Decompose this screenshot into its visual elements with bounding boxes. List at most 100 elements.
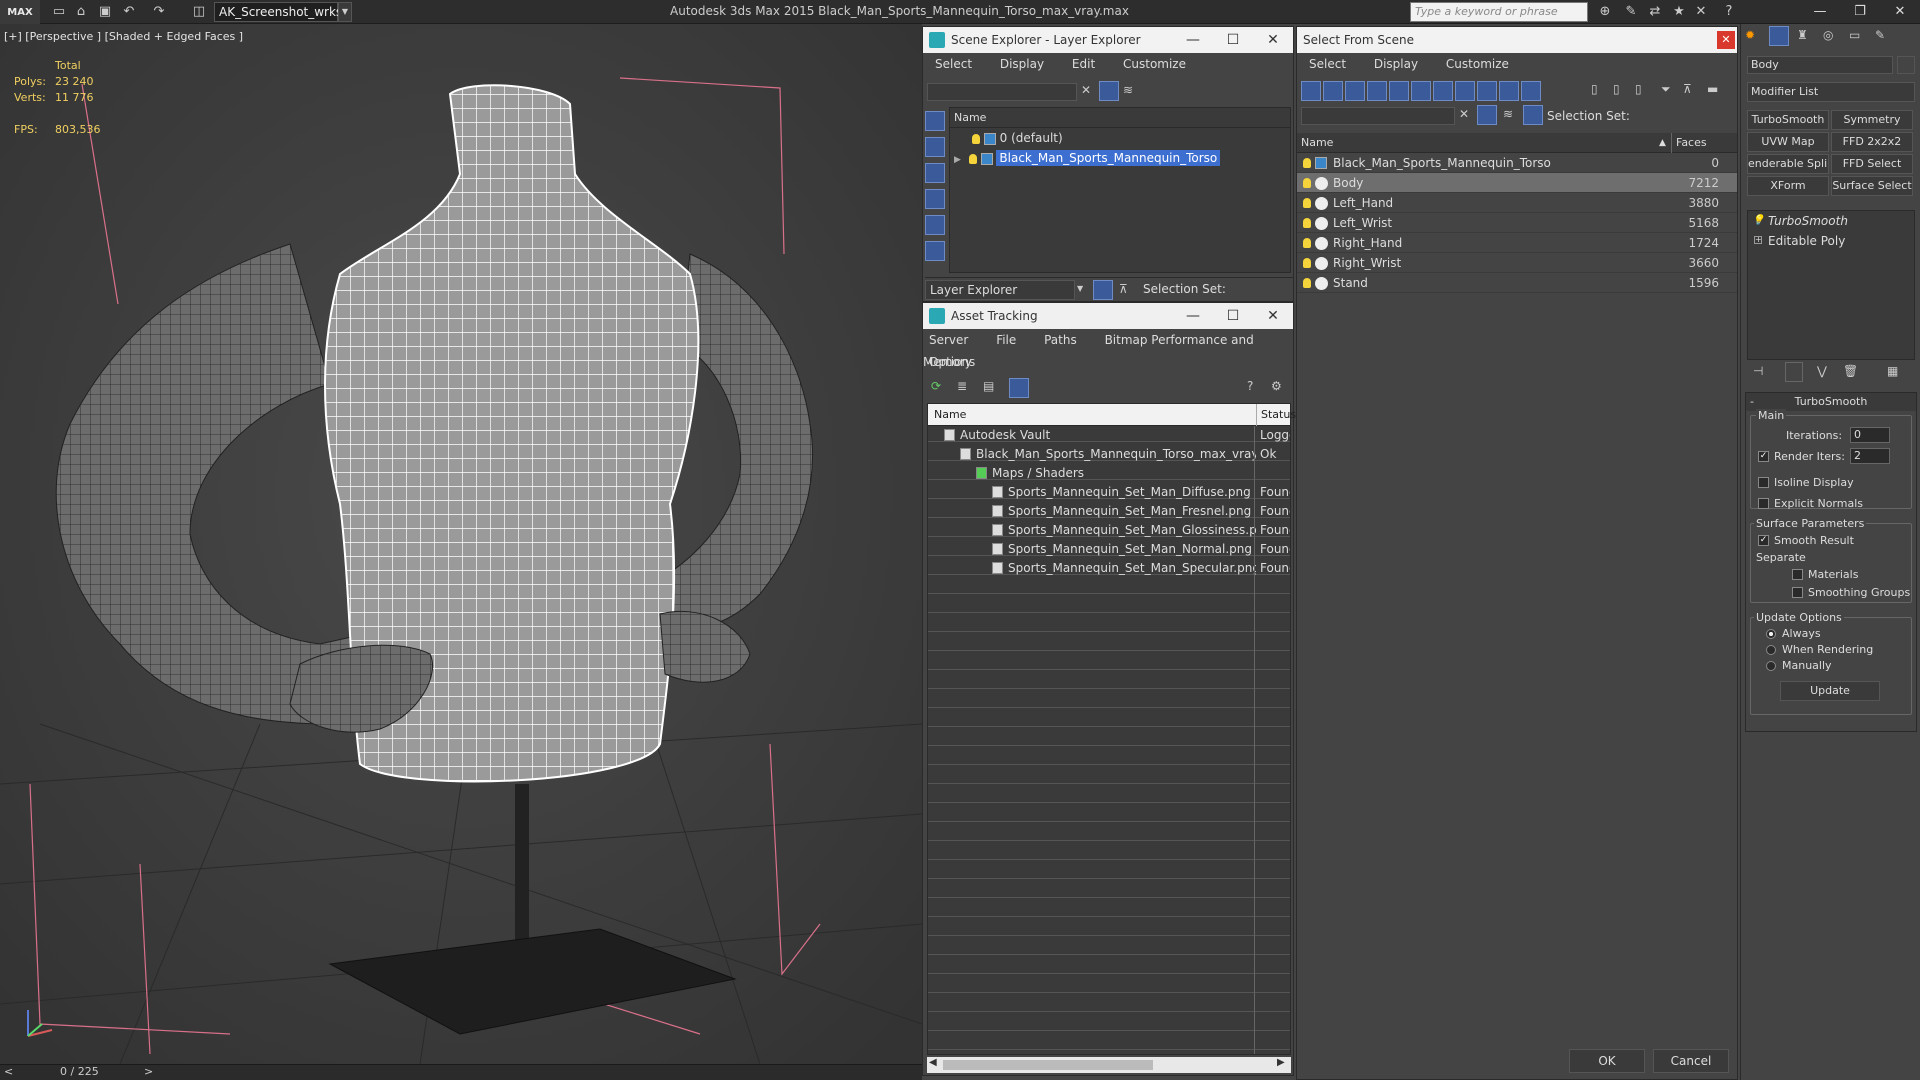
find-input[interactable] — [1301, 107, 1455, 125]
object-row[interactable]: Left_Hand 3880 — [1297, 193, 1737, 213]
materials-checkbox[interactable] — [1792, 569, 1803, 580]
scene-explorer-search-input[interactable] — [927, 83, 1077, 101]
configure-sets-icon[interactable]: ▦ — [1887, 364, 1898, 378]
pin-stack-icon[interactable]: ⊣ — [1753, 364, 1763, 378]
workspace-dropdown[interactable]: AK_Screenshot_wrksp — [214, 2, 350, 22]
menu-display[interactable]: Display — [1000, 57, 1044, 71]
funnel-icon[interactable]: ⏷ — [1661, 82, 1671, 97]
help-icon[interactable]: ? — [1247, 379, 1253, 393]
filter-geometry-icon[interactable] — [1301, 81, 1321, 101]
object-column-faces[interactable]: Faces — [1671, 133, 1707, 153]
object-row[interactable]: Black_Man_Sports_Mannequin_Torso 0 — [1297, 153, 1737, 173]
select-invert-icon[interactable]: ▯ — [1635, 82, 1642, 96]
sort-ascending-icon[interactable]: ▲ — [1659, 133, 1666, 153]
binoculars-icon[interactable]: ⊕ — [1596, 3, 1614, 21]
close-icon[interactable]: ✕ — [1253, 27, 1293, 53]
asset-row[interactable]: Sports_Mannequin_Set_Man_Specular.png Fou… — [928, 559, 1290, 578]
minimize-icon[interactable]: — — [1173, 303, 1213, 329]
light-bulb-icon[interactable] — [1303, 178, 1311, 188]
update-button[interactable]: Update — [1780, 681, 1880, 701]
close-tools-icon[interactable]: ✕ — [1692, 3, 1710, 21]
explorer-type-dropdown[interactable]: Layer Explorer — [925, 280, 1075, 300]
light-bulb-icon[interactable] — [1303, 258, 1311, 268]
menu-display[interactable]: Display — [1374, 57, 1418, 71]
chevron-down-icon[interactable]: ▼ — [338, 2, 352, 22]
layer-row-mannequin[interactable]: ▶ Black_Man_Sports_Mannequin_Torso — [950, 148, 1290, 168]
light-bulb-icon[interactable] — [1303, 198, 1311, 208]
asset-row[interactable]: Autodesk Vault Logge — [928, 426, 1290, 445]
asset-row[interactable]: Sports_Mannequin_Set_Man_Diffuse.png Foun… — [928, 483, 1290, 502]
time-prev-icon[interactable]: < — [4, 1065, 13, 1078]
select-all-icon[interactable]: ▯ — [1591, 82, 1598, 96]
modifier-button[interactable]: TurboSmooth — [1747, 110, 1829, 130]
display-spacewarps-icon[interactable] — [925, 241, 945, 261]
stack-item-editable-poly[interactable]: + Editable Poly — [1748, 231, 1914, 251]
iterations-spinner[interactable]: 0 — [1850, 427, 1890, 443]
modifier-button[interactable]: FFD 2x2x2 — [1831, 132, 1913, 152]
close-icon[interactable]: ✕ — [1717, 31, 1735, 49]
exchange-icon[interactable]: ⇄ — [1646, 3, 1664, 21]
time-next-icon[interactable]: > — [144, 1065, 153, 1078]
filter-bones-icon[interactable] — [1477, 81, 1497, 101]
asset-row[interactable]: Sports_Mannequin_Set_Man_Normal.png Founc — [928, 540, 1290, 559]
layer-column-name[interactable]: Name — [950, 108, 1290, 128]
close-icon[interactable]: ✕ — [1880, 0, 1920, 24]
new-file-icon[interactable]: ▭ — [50, 3, 68, 21]
hierarchy-mode-icon[interactable]: ⊼ — [1119, 282, 1128, 296]
utilities-tab-icon[interactable]: ✎ — [1875, 28, 1885, 42]
show-end-result-icon[interactable] — [1785, 362, 1803, 382]
asset-row[interactable]: Sports_Mannequin_Set_Man_Glossiness.png F… — [928, 521, 1290, 540]
settings-icon[interactable]: ⚙ — [1271, 379, 1282, 393]
expand-icon[interactable]: + — [1754, 236, 1762, 244]
smoothing-groups-checkbox[interactable] — [1792, 587, 1803, 598]
display-helpers-icon[interactable] — [925, 215, 945, 235]
render-iters-checkbox[interactable]: ✓ — [1758, 451, 1769, 462]
cancel-button[interactable]: Cancel — [1653, 1049, 1729, 1073]
filter-cameras-icon[interactable] — [1367, 81, 1387, 101]
chevron-down-icon[interactable]: ▼ — [1077, 284, 1083, 293]
collapse-icon[interactable]: - — [1750, 393, 1754, 411]
filter-lights-icon[interactable] — [1345, 81, 1365, 101]
modifier-list-dropdown[interactable]: Modifier List — [1747, 82, 1915, 102]
object-row[interactable]: Stand 1596 — [1297, 273, 1737, 293]
menu-customize[interactable]: Customize — [1446, 57, 1509, 71]
time-slider[interactable]: < 0 / 225 > — [0, 1064, 922, 1080]
stack-item-turbosmooth[interactable]: 💡 TurboSmooth — [1748, 211, 1914, 231]
smooth-result-checkbox[interactable]: ✓ — [1758, 535, 1769, 546]
restore-icon[interactable]: ❐ — [1840, 0, 1880, 24]
search-input[interactable]: Type a keyword or phrase — [1410, 2, 1588, 22]
app-logo[interactable]: MAX — [0, 0, 40, 24]
refresh-icon[interactable]: ⟳ — [931, 379, 941, 393]
layer-filter-icon[interactable]: ≋ — [1123, 83, 1133, 97]
minimize-icon[interactable]: — — [1173, 27, 1213, 53]
always-radio[interactable] — [1766, 629, 1776, 639]
perspective-viewport[interactable]: [+] [Perspective ] [Shaded + Edged Faces… — [0, 24, 922, 1064]
make-unique-icon[interactable]: ⋁ — [1817, 364, 1827, 378]
modifier-button[interactable]: enderable Splir — [1747, 154, 1829, 174]
filter-helpers-icon[interactable] — [1389, 81, 1409, 101]
filter-shapes-icon[interactable] — [1323, 81, 1343, 101]
layer-row-default[interactable]: 0 (default) — [950, 128, 1290, 148]
filter-frozen-icon[interactable] — [1521, 81, 1541, 101]
modifier-button[interactable]: Symmetry — [1831, 110, 1913, 130]
viewport-label[interactable]: [+] [Perspective ] [Shaded + Edged Faces… — [4, 30, 243, 43]
thumbnail-view-icon[interactable]: ▤ — [983, 379, 994, 393]
menu-options[interactable]: Options — [929, 355, 975, 369]
display-cameras-icon[interactable] — [925, 189, 945, 209]
menu-server[interactable]: Server — [929, 333, 968, 347]
create-tab-icon[interactable]: ✹ — [1745, 28, 1755, 42]
display-geometry-icon[interactable] — [925, 111, 945, 131]
object-row[interactable]: Left_Wrist 5168 — [1297, 213, 1737, 233]
hierarchy-icon[interactable]: ⊼ — [1683, 82, 1692, 96]
tools-icon[interactable]: ✎ — [1622, 3, 1640, 21]
favorites-icon[interactable]: ★ — [1670, 3, 1688, 21]
remove-modifier-icon[interactable]: 🗑 — [1843, 364, 1858, 378]
modifier-button[interactable]: UVW Map — [1747, 132, 1829, 152]
scroll-thumb[interactable] — [943, 1060, 1153, 1070]
light-bulb-icon[interactable] — [1303, 238, 1311, 248]
save-file-icon[interactable]: ▣ — [96, 3, 114, 21]
asset-column-name[interactable]: Name — [934, 404, 966, 426]
display-shapes-icon[interactable] — [925, 137, 945, 157]
explicit-normals-checkbox[interactable] — [1758, 498, 1769, 509]
light-bulb-icon[interactable] — [1303, 278, 1311, 288]
